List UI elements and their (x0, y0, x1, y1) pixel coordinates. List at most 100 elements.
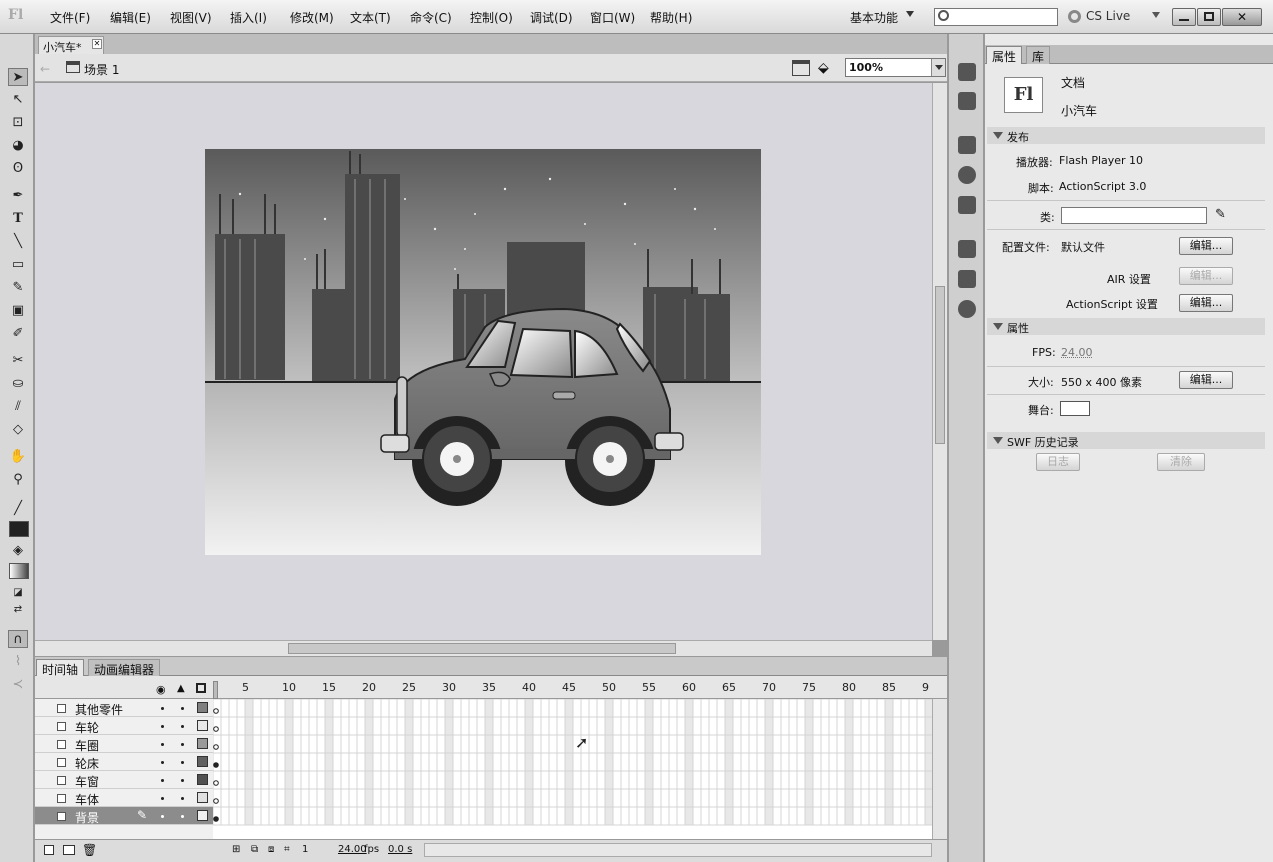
motion-presets-icon[interactable] (958, 300, 976, 318)
close-button[interactable]: ✕ (1222, 8, 1262, 26)
pencil-tool-icon[interactable]: ✎ (8, 279, 28, 297)
stroke-color-swatch[interactable] (9, 521, 29, 537)
menu-view[interactable]: 视图(V) (170, 9, 212, 26)
layer-row[interactable]: 车体 (35, 789, 213, 807)
align-panel-icon[interactable] (958, 136, 976, 154)
deco-tool-icon[interactable]: ▣ (8, 302, 28, 320)
smooth-icon[interactable]: ⌇ (8, 653, 28, 671)
edit-class-pencil-icon[interactable]: ✎ (1215, 207, 1226, 222)
paint-bucket-tool-icon[interactable]: ⛀ (8, 375, 28, 393)
tab-properties[interactable]: 属性 (986, 46, 1023, 64)
publish-section[interactable]: 发布 (987, 127, 1265, 144)
workspace-switcher[interactable]: 基本功能 (850, 9, 898, 26)
tab-library[interactable]: 库 (1026, 46, 1051, 64)
edit-multiple-frames-icon[interactable]: ⌗ (284, 844, 290, 855)
snap-to-objects-icon[interactable]: ∩ (8, 630, 28, 648)
layer-color-swatch[interactable] (197, 756, 208, 767)
edit-profile-button[interactable]: 编辑... (1179, 237, 1233, 255)
chevron-down-icon[interactable] (906, 11, 914, 17)
zoom-dropdown-button[interactable] (931, 59, 945, 76)
info-panel-icon[interactable] (958, 166, 976, 184)
layer-row[interactable]: 车圈 (35, 735, 213, 753)
fps-value[interactable]: 24.00 (1061, 346, 1093, 359)
lock-dot[interactable] (181, 725, 184, 728)
menu-edit[interactable]: 编辑(E) (110, 9, 151, 26)
stage-vertical-scrollbar[interactable] (932, 83, 947, 640)
edit-size-button[interactable]: 编辑... (1179, 371, 1233, 389)
playhead[interactable] (213, 681, 218, 699)
code-snippets-icon[interactable] (958, 240, 976, 258)
eye-icon[interactable]: ◉ (156, 683, 166, 696)
chevron-down-icon[interactable] (1152, 12, 1160, 18)
log-button[interactable]: 日志 (1036, 453, 1080, 471)
layer-row[interactable]: 其他零件 (35, 699, 213, 717)
menu-text[interactable]: 文本(T) (350, 9, 391, 26)
bone-tool-icon[interactable]: ✂ (8, 352, 28, 370)
visible-dot[interactable] (161, 815, 164, 818)
3d-rotation-tool-icon[interactable]: ◕ (8, 137, 28, 155)
eraser-tool-icon[interactable]: ◇ (8, 421, 28, 439)
menu-window[interactable]: 窗口(W) (590, 9, 635, 26)
cs-live-button[interactable]: CS Live (1086, 9, 1130, 23)
lock-dot[interactable] (181, 761, 184, 764)
frame-grid[interactable] (213, 699, 933, 839)
layer-color-swatch[interactable] (197, 720, 208, 731)
layer-row[interactable]: 车窗 (35, 771, 213, 789)
new-layer-icon[interactable] (44, 845, 54, 855)
rectangle-tool-icon[interactable]: ▭ (8, 256, 28, 274)
lock-dot[interactable] (181, 743, 184, 746)
stroke-color-icon[interactable]: ╱ (8, 500, 28, 518)
swf-history-section[interactable]: SWF 历史记录 (987, 432, 1265, 449)
edit-symbols-icon[interactable]: ⬙ (818, 60, 838, 76)
fill-color-swatch[interactable] (9, 563, 29, 579)
lock-dot[interactable] (181, 707, 184, 710)
subselection-tool-icon[interactable]: ↖ (8, 91, 28, 109)
straighten-icon[interactable]: ≺ (8, 676, 28, 694)
lock-dot[interactable] (181, 815, 184, 818)
swatches-panel-icon[interactable] (958, 92, 976, 110)
center-frame-icon[interactable]: ⊞ (232, 844, 240, 855)
layer-color-swatch[interactable] (197, 774, 208, 785)
layer-color-swatch[interactable] (197, 792, 208, 803)
stage-horizontal-scrollbar[interactable] (35, 640, 932, 656)
properties-section[interactable]: 属性 (987, 318, 1265, 335)
menu-insert[interactable]: 插入(I) (230, 9, 267, 26)
outline-icon[interactable] (196, 683, 206, 693)
onion-outline-icon[interactable]: ⧈ (268, 844, 274, 855)
layer-row[interactable]: 轮床 (35, 753, 213, 771)
text-tool-icon[interactable]: T (8, 210, 28, 228)
brush-tool-icon[interactable]: ✐ (8, 325, 28, 343)
black-white-icon[interactable]: ◪ (8, 584, 28, 602)
tab-motion-editor[interactable]: 动画编辑器 (88, 659, 161, 677)
lock-icon[interactable]: ▲ (177, 683, 185, 694)
clear-button[interactable]: 清除 (1157, 453, 1205, 471)
hand-tool-icon[interactable]: ✋ (8, 448, 28, 466)
stage-color-swatch[interactable] (1060, 401, 1090, 416)
menu-debug[interactable]: 调试(D) (530, 9, 573, 26)
color-panel-icon[interactable] (958, 63, 976, 81)
onion-skin-icon[interactable]: ⧉ (251, 844, 258, 855)
menu-commands[interactable]: 命令(C) (410, 9, 452, 26)
free-transform-tool-icon[interactable]: ⊡ (8, 114, 28, 132)
visible-dot[interactable] (161, 761, 164, 764)
class-input[interactable] (1061, 207, 1207, 224)
edit-scene-icon[interactable] (792, 60, 810, 76)
timeline-vertical-scrollbar[interactable] (932, 699, 947, 839)
trash-icon[interactable]: 🗑 (82, 843, 97, 857)
visible-dot[interactable] (161, 779, 164, 782)
edit-actionscript-button[interactable]: 编辑... (1179, 294, 1233, 312)
lock-dot[interactable] (181, 797, 184, 800)
transform-panel-icon[interactable] (958, 196, 976, 214)
menu-modify[interactable]: 修改(M) (290, 9, 334, 26)
pen-tool-icon[interactable]: ✒ (8, 187, 28, 205)
layer-color-swatch[interactable] (197, 738, 208, 749)
lock-dot[interactable] (181, 779, 184, 782)
layer-row[interactable]: 车轮 (35, 717, 213, 735)
timeline-horizontal-scrollbar[interactable] (424, 843, 932, 857)
layer-color-swatch[interactable] (197, 810, 208, 821)
back-arrow-icon[interactable]: ← (40, 62, 50, 76)
stage-canvas[interactable] (205, 149, 761, 555)
zoom-tool-icon[interactable]: ⚲ (8, 471, 28, 489)
new-folder-icon[interactable] (63, 845, 75, 855)
edit-air-button[interactable]: 编辑... (1179, 267, 1233, 285)
